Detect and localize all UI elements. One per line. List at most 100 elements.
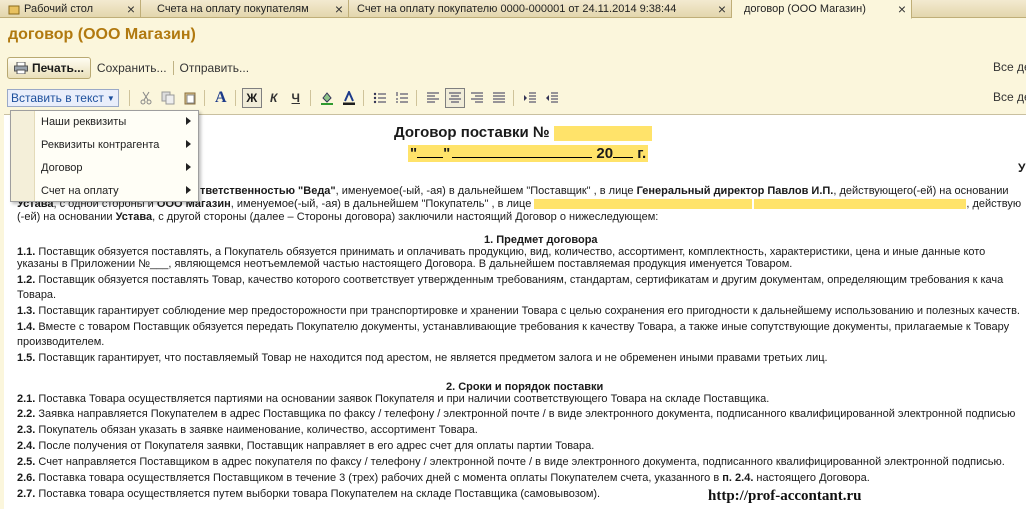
align-center-icon [448,92,461,103]
paste-icon [184,92,196,105]
clause-1-3: 1.3. Поставщик гарантирует соблюдение ме… [17,305,1020,317]
text: , действующего(-ей) на основании [833,185,1009,197]
print-label: Печать... [32,61,84,75]
justify-button[interactable] [489,88,509,108]
chevron-down-icon: ▼ [106,93,115,103]
indent-decrease-button[interactable] [542,88,562,108]
paragraph-parties-3: (-ей) на основании Устава, с другой стор… [17,211,658,223]
clause-number: 2.5. [17,456,36,468]
contract-number-field [553,125,652,141]
save-button[interactable]: Сохранить... [97,61,167,75]
clause-number: 1.1. [17,246,36,258]
representative-field [534,199,753,210]
copy-button[interactable] [158,88,178,108]
tab-invoices-list[interactable]: Счета на оплату покупателям × [141,0,349,18]
divider [512,90,514,106]
background-color-button[interactable] [317,88,337,108]
menu-item-label: Договор [41,162,83,174]
tab-desktop[interactable]: Рабочий стол × [0,0,141,18]
clause-number: 2.4. [17,440,36,452]
home-icon [8,5,20,15]
clause-text: Заявка направляется Покупателем в адрес … [35,408,1016,420]
clause-2-5: 2.5. Счет направляется Поставщиком в адр… [17,456,1005,468]
indent-increase-button[interactable] [520,88,540,108]
clause-2-3: 2.3. Покупатель обязан указать в заявке … [17,424,478,436]
clause-text: Поставка Товара осуществляется партиями … [35,393,770,405]
year-prefix: 20 [596,145,614,162]
menu-gutter [11,111,35,201]
clause-text: настоящего Договора. [753,472,870,484]
numbered-list-icon [395,92,408,103]
clause-1-2-cont: Товара. [17,289,57,301]
close-icon[interactable]: × [898,1,906,17]
italic-button[interactable]: К [264,88,284,108]
paragraph-parties-1: тветственностью "Веда", именуемое(-ый, -… [200,185,1009,197]
text-color-icon [342,91,355,105]
text: , с другой стороны (далее – Стороны дого… [152,211,659,223]
clause-1-4: 1.4. Вместе с товаром Поставщик обязуетс… [17,321,1009,333]
chevron-right-icon [186,117,191,125]
section-heading-1: 1. Предмет договора [484,234,598,246]
text: , именуемое(-ый, -ая) в дальнейшем "Пост… [335,185,637,197]
text: , именуемое(-ый, -ая) в дальнейшем "Поку… [230,198,532,210]
all-actions-button[interactable]: Все де [993,90,1026,104]
indent-increase-icon [523,92,536,103]
clause-2-7: 2.7. Поставка товара осуществляется путе… [17,488,600,500]
align-right-icon [470,92,483,103]
quote-open: " [410,145,418,162]
year-suffix: г. [637,145,647,162]
chevron-right-icon [186,186,191,194]
format-toolbar: Вставить в текст ▼ A Ж К Ч Все д [0,86,1026,110]
clause-number: 1.2. [17,274,36,286]
numbered-list-button[interactable] [392,88,412,108]
send-button[interactable]: Отправить... [180,61,250,75]
city-label: Уф [1018,161,1026,175]
clause-1-1: 1.1. Поставщик обязуется поставлять, а П… [17,246,985,258]
align-left-button[interactable] [423,88,443,108]
position-field [754,199,967,210]
bold-button[interactable]: Ж [241,88,262,108]
clause-1-2: 1.2. Поставщик обязуется поставлять Това… [17,274,1003,286]
insert-into-text-dropdown[interactable]: Вставить в текст ▼ [7,89,119,107]
divider [203,90,205,106]
align-center-button[interactable] [444,88,465,108]
paste-button[interactable] [180,88,200,108]
clause-text: Поставщик обязуется поставлять Товар, ка… [35,274,1004,286]
text-color-button[interactable] [339,88,359,108]
close-icon[interactable]: × [335,1,343,17]
close-icon[interactable]: × [718,1,726,17]
align-right-button[interactable] [467,88,487,108]
divider [362,90,364,106]
menu-item-invoice[interactable]: Счет на оплату [35,180,199,202]
clause-text: Счет направляется Поставщиком в адрес по… [35,456,1005,468]
paint-bucket-icon [320,92,333,105]
text: , действую [966,198,1022,210]
date-line: " " 20 г. [408,145,649,162]
print-button[interactable]: Печать... [7,57,91,79]
clause-number: 1.3. [17,305,36,317]
indent-decrease-icon [545,92,558,103]
font-button[interactable]: A [211,88,231,108]
menu-item-label: Реквизиты контрагента [41,139,160,151]
menu-item-our-details[interactable]: Наши реквизиты [35,111,199,133]
scissors-icon [140,91,152,105]
command-bar: Печать... Сохранить... Отправить... Все … [0,54,1026,82]
divider [309,90,311,106]
bulleted-list-icon [373,92,386,104]
tab-invoice[interactable]: Счет на оплату покупателю 0000-000001 от… [349,0,732,18]
clause-reference: п. 2.4. [722,472,754,484]
menu-item-contract[interactable]: Договор [35,157,199,179]
director-name: Генеральный директор Павлов И.П. [636,185,834,197]
bulleted-list-button[interactable] [370,88,390,108]
tab-contract[interactable]: договор (ООО Магазин) × [732,0,912,19]
tab-label: Счет на оплату покупателю 0000-000001 от… [357,3,677,15]
clause-number: 2.6. [17,472,36,484]
clause-1-4-cont: производителем. [17,336,105,348]
clause-1-1-cont: указаны в Приложении №___, являющемся не… [17,258,793,270]
underline-button[interactable]: Ч [286,88,306,108]
cut-button[interactable] [136,88,156,108]
menu-item-counterparty-details[interactable]: Реквизиты контрагента [35,134,199,156]
all-actions-button[interactable]: Все де [993,60,1026,74]
watermark-url: http://prof-accontant.ru [708,488,862,504]
close-icon[interactable]: × [127,1,135,17]
